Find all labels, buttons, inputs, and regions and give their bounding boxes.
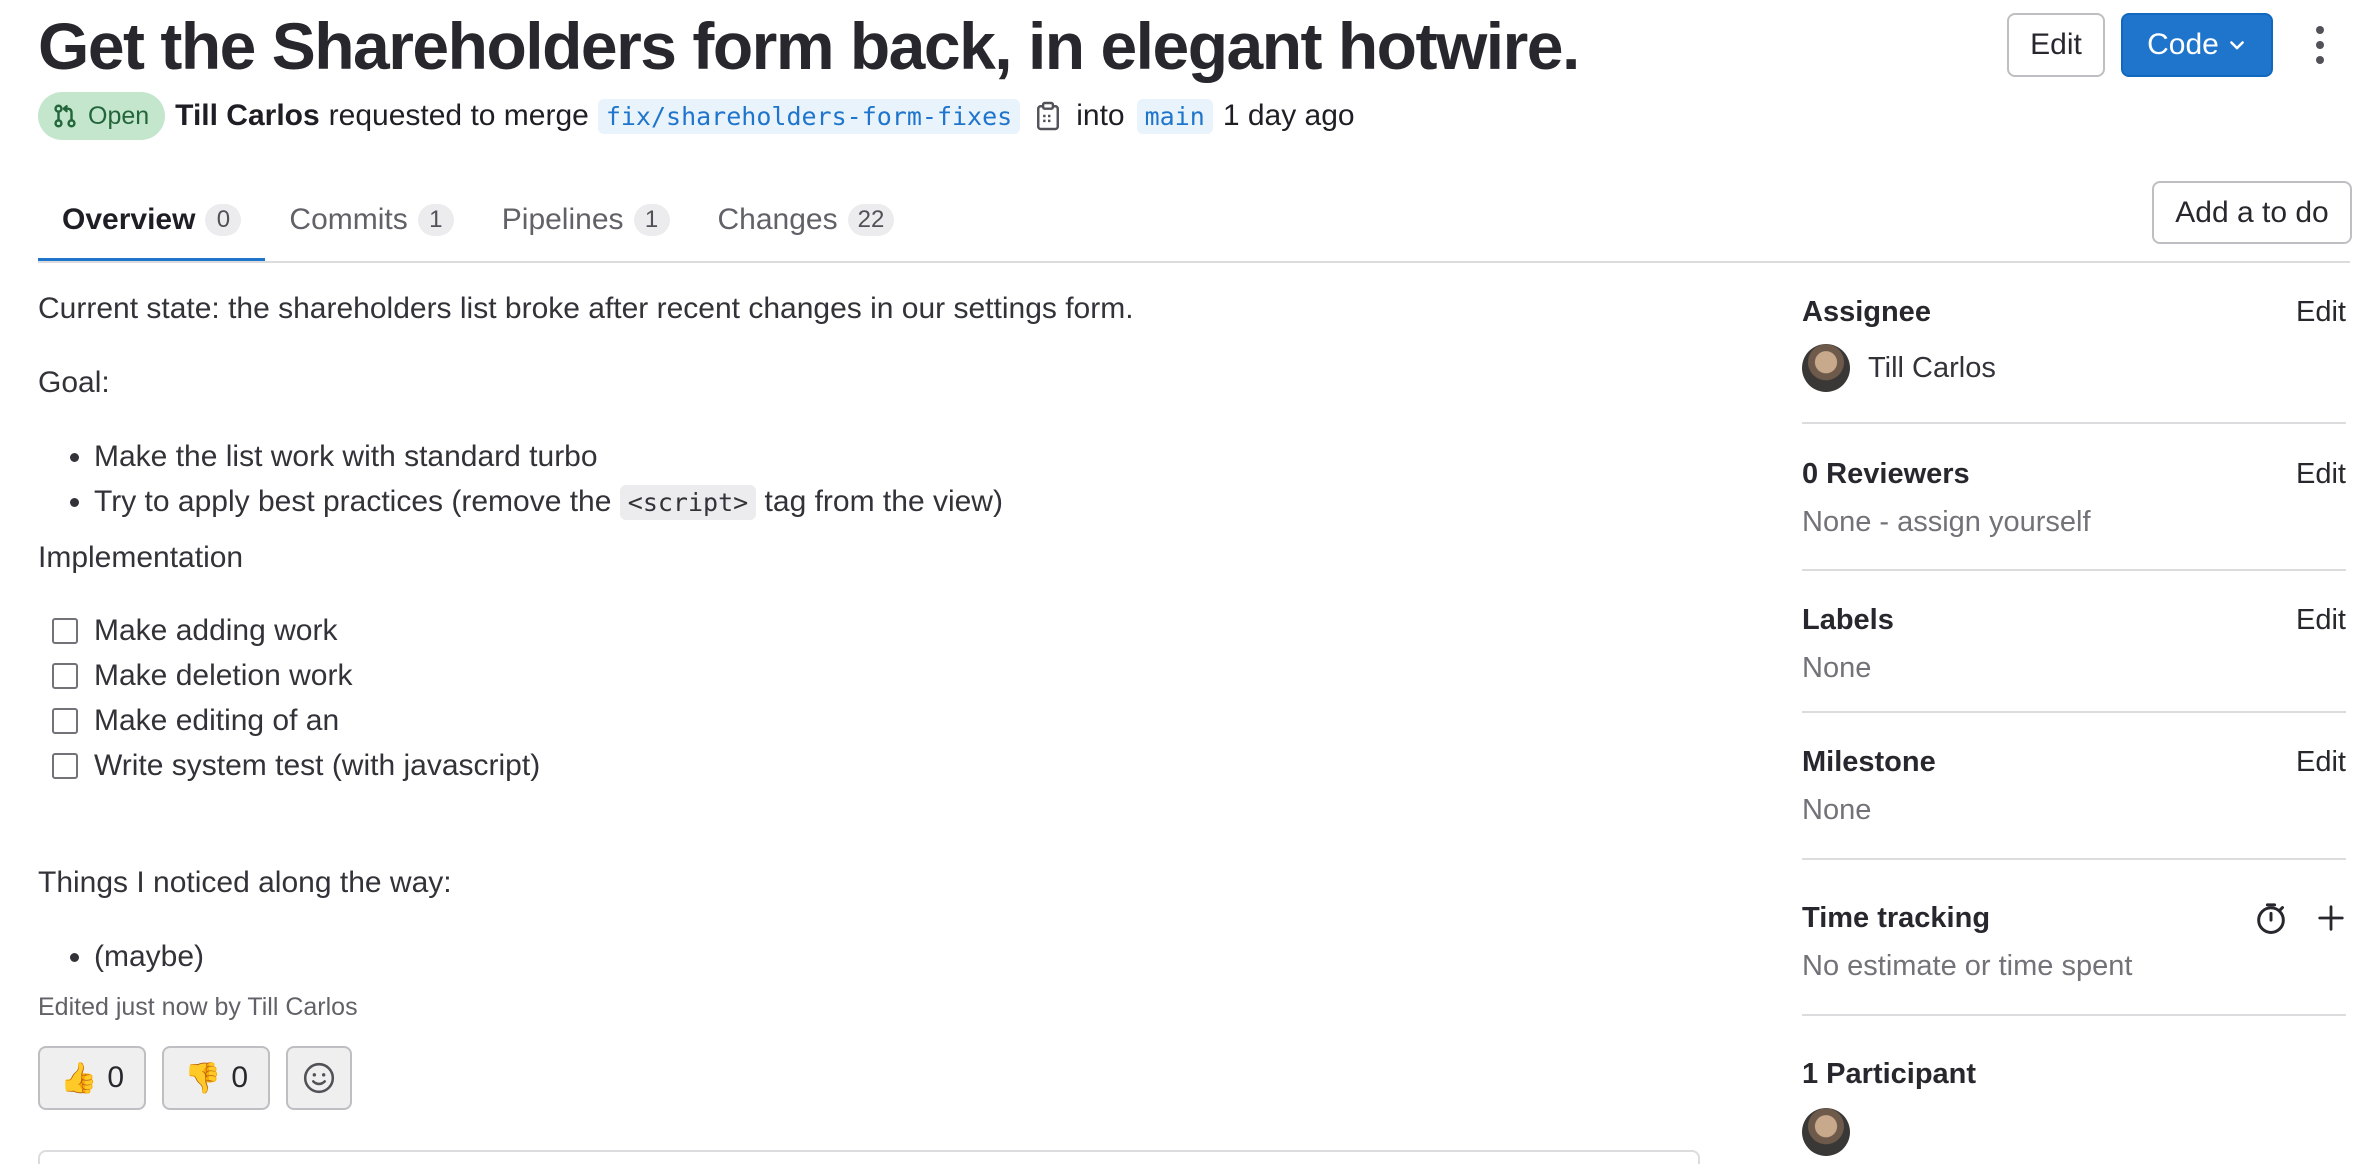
things-heading: Things I noticed along the way: [38,866,452,899]
tab-count: 22 [847,204,895,236]
assignee-name[interactable]: Till Carlos [1868,352,1996,385]
action-text: requested to merge [328,99,589,132]
code-label: Code [2147,28,2219,61]
goal-list: Make the list work with standard turbo T… [38,434,1003,525]
implementation-heading: Implementation [38,541,244,574]
merge-request-tabs: Overview 0 Commits 1 Pipelines 1 Changes… [38,178,918,262]
comment-box[interactable] [38,1150,1700,1164]
tab-label: Commits [289,203,408,236]
reaction-count: 0 [107,1061,125,1094]
tab-count: 0 [205,204,242,236]
list-item: Try to apply best practices (remove the … [94,479,1003,525]
merge-request-icon [54,104,76,128]
tab-pipelines[interactable]: Pipelines 1 [478,178,694,262]
thumbs-down-icon: 👎 [184,1061,222,1095]
target-branch[interactable]: main [1136,98,1213,134]
reactions-bar: 👍 0 👎 0 [38,1046,353,1110]
task-checkbox[interactable] [52,707,78,734]
things-list: (maybe) [38,934,204,979]
task-checkbox[interactable] [52,662,78,689]
divider [1802,569,2346,571]
labels-heading: Labels [1802,603,1894,636]
list-item: (maybe) [94,934,204,979]
status-badge: Open [38,92,166,140]
divider [1802,858,2346,860]
reviewers-value[interactable]: None - assign yourself [1802,500,2346,544]
assignee-heading: Assignee [1802,295,1931,328]
source-branch[interactable]: fix/shareholders-form-fixes [597,98,1021,134]
task-item: Make adding work [52,608,540,653]
time-tracking-section: Time tracking No estimate or time spent [1802,896,2346,988]
time-tracking-value: No estimate or time spent [1802,949,2133,982]
tabs-divider [38,261,2350,263]
assignee-section: Assignee Edit Till Carlos [1802,290,2346,392]
tab-label: Overview [62,203,196,236]
task-label: Make editing of an [94,704,340,737]
tab-count: 1 [633,204,670,236]
copy-icon[interactable] [1032,96,1064,136]
thumbs-up-icon: 👍 [60,1061,98,1095]
more-actions-icon[interactable] [2302,20,2338,70]
into-text: into [1076,99,1125,132]
labels-section: Labels Edit None [1802,598,2346,690]
list-item-text: Try to apply best practices (remove the [94,485,612,518]
tab-changes[interactable]: Changes 22 [694,178,919,262]
labels-edit-link[interactable]: Edit [2296,604,2346,637]
page-title: Get the Shareholders form back, in elega… [38,9,1580,83]
task-item: Write system test (with javascript) [52,743,540,788]
thumbs-up-button[interactable]: 👍 0 [38,1046,147,1110]
task-label: Make deletion work [94,659,353,692]
smiley-icon [304,1062,335,1094]
milestone-value: None [1802,793,1872,826]
avatar[interactable] [1802,344,1850,392]
tab-count: 1 [417,204,454,236]
milestone-edit-link[interactable]: Edit [2296,746,2346,779]
task-label: Write system test (with javascript) [94,749,541,782]
author-link[interactable]: Till Carlos [175,99,320,133]
add-reaction-button[interactable] [286,1046,353,1110]
divider [1802,711,2346,713]
plus-icon[interactable] [2316,903,2346,933]
labels-value: None [1802,651,1872,684]
reviewers-heading: 0 Reviewers [1802,457,1970,490]
tab-overview[interactable]: Overview 0 [38,178,266,262]
code-dropdown-button[interactable]: Code [2121,13,2273,77]
task-item: Make deletion work [52,653,540,698]
add-todo-button[interactable]: Add a to do [2152,181,2352,244]
milestone-heading: Milestone [1802,745,1936,778]
participants-section: 1 Participant [1802,1052,2346,1156]
task-list: Make adding work Make deletion work Make… [52,608,540,788]
divider [1802,422,2346,424]
goal-heading: Goal: [38,366,110,399]
edit-button[interactable]: Edit [2007,13,2105,77]
time-ago: 1 day ago [1222,99,1355,132]
divider [1802,1014,2346,1016]
inline-code: <script> [619,485,757,520]
reaction-count: 0 [231,1061,249,1094]
chevron-down-icon [2229,41,2244,50]
tab-commits[interactable]: Commits 1 [265,178,477,262]
stopwatch-icon[interactable] [2254,901,2288,935]
thumbs-down-button[interactable]: 👎 0 [162,1046,271,1110]
list-item-text: tag from the view) [764,485,1003,518]
reviewers-section: 0 Reviewers Edit None - assign yourself [1802,452,2346,544]
task-item: Make editing of an [52,698,540,743]
merge-request-meta: Open Till Carlos requested to merge fix/… [38,92,1355,140]
milestone-section: Milestone Edit None [1802,740,2346,832]
task-checkbox[interactable] [52,752,78,779]
status-label: Open [88,101,150,130]
tab-label: Changes [717,203,838,236]
task-label: Make adding work [94,614,338,647]
reviewers-edit-link[interactable]: Edit [2296,458,2346,491]
participants-heading: 1 Participant [1802,1057,1977,1090]
task-checkbox[interactable] [52,617,78,644]
participant-avatar[interactable] [1802,1108,1850,1156]
description-state: Current state: the shareholders list bro… [38,292,1134,325]
assignee-edit-link[interactable]: Edit [2296,296,2346,329]
edited-note: Edited just now by Till Carlos [38,993,358,1021]
time-tracking-heading: Time tracking [1802,901,1991,934]
list-item: Make the list work with standard turbo [94,434,1003,479]
tab-label: Pipelines [501,203,624,236]
